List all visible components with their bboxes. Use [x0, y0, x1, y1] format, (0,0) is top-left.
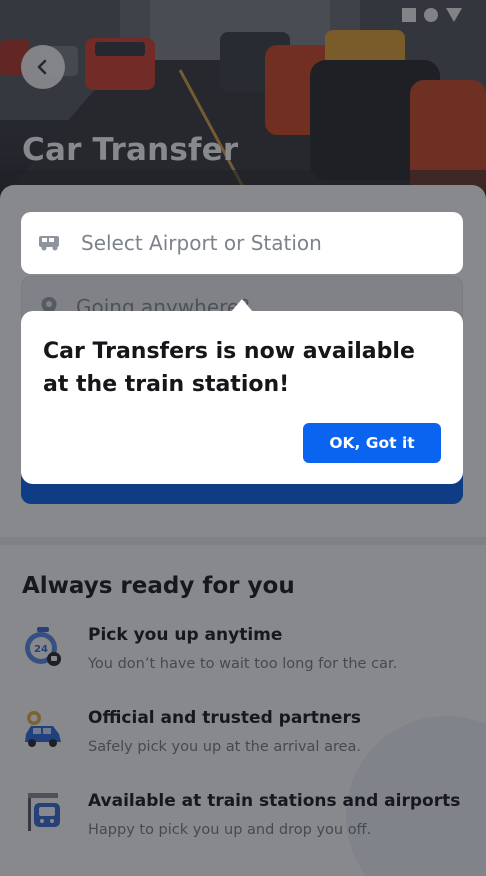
onboarding-tooltip: Car Transfers is now available at the tr…	[21, 311, 463, 484]
pickup-placeholder: Select Airport or Station	[81, 231, 322, 255]
tooltip-message: Car Transfers is now available at the tr…	[43, 339, 415, 397]
van-icon	[39, 236, 59, 251]
highlighted-pickup-field[interactable]: Select Airport or Station	[21, 212, 463, 274]
ok-got-it-button[interactable]: OK, Got it	[303, 423, 441, 463]
